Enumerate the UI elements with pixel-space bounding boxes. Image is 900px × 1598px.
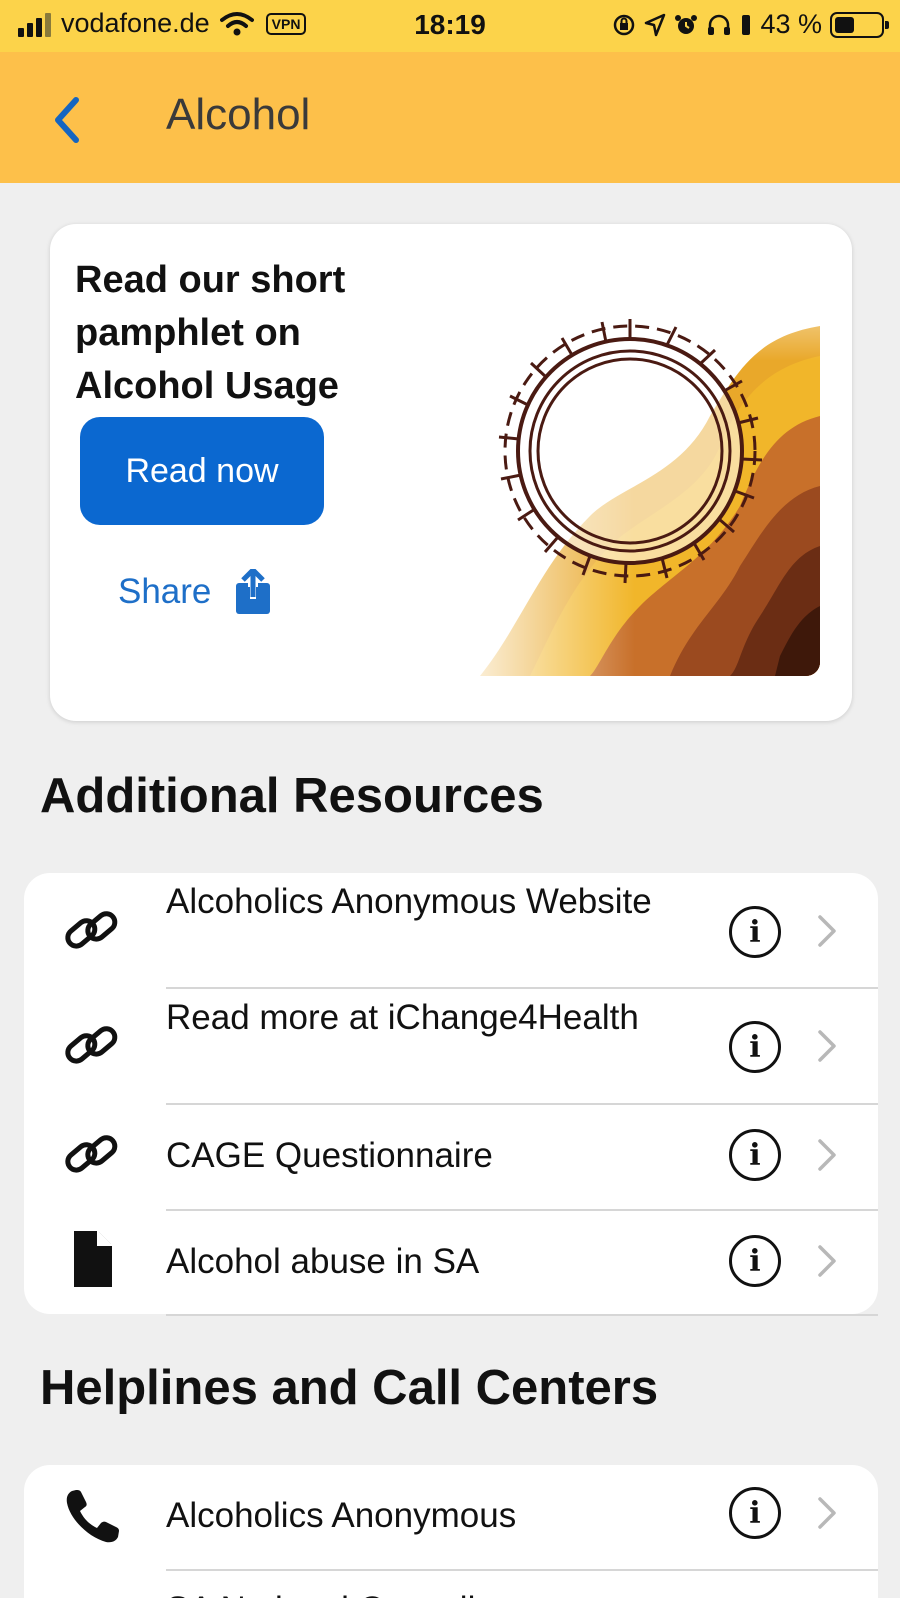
- list-item-alcoholics-anonymous[interactable]: Alcoholics Anonymous i: [24, 1465, 878, 1569]
- info-button[interactable]: i: [729, 1235, 781, 1287]
- list-item-alcoholics-anonymous-website[interactable]: Alcoholics Anonymous Website i: [24, 873, 878, 988]
- orientation-lock-icon: [742, 14, 751, 35]
- helplines-list: Alcoholics Anonymous i SA National Counc…: [24, 1465, 878, 1598]
- status-bar: vodafone.de VPN 18:19 43 %: [0, 0, 900, 52]
- info-button[interactable]: i: [729, 1021, 781, 1073]
- chevron-right-icon: [818, 1139, 836, 1171]
- row-label: Read more at iChange4Health: [166, 998, 639, 1037]
- list-bottom-divider: [166, 1314, 878, 1316]
- headphones-icon: [708, 14, 731, 35]
- bottle-cap-illustration: [440, 246, 820, 676]
- helplines-heading: Helplines and Call Centers: [40, 1361, 659, 1415]
- alarm-icon: [675, 14, 698, 34]
- link-icon: [65, 911, 118, 949]
- back-button[interactable]: [44, 90, 92, 150]
- battery-percentage: 43 %: [760, 9, 822, 39]
- info-button[interactable]: i: [729, 1129, 781, 1181]
- chevron-right-icon: [818, 1030, 836, 1062]
- location-icon: [645, 13, 666, 36]
- chevron-right-icon: [818, 1497, 836, 1529]
- link-icon: [65, 1135, 118, 1173]
- share-button[interactable]: Share: [118, 569, 271, 615]
- share-icon: [236, 569, 271, 614]
- list-item-alcohol-abuse-in-sa[interactable]: Alcohol abuse in SA i: [24, 1211, 878, 1314]
- navigation-bar: Alcohol: [0, 52, 900, 183]
- battery-icon: [830, 11, 889, 38]
- status-right-group: 43 %: [612, 9, 889, 40]
- pamphlet-card: Read our short pamphlet on Alcohol Usage…: [50, 224, 852, 721]
- screen-lock-icon: [614, 14, 635, 35]
- pamphlet-title: Read our short pamphlet on Alcohol Usage: [75, 259, 346, 407]
- row-label: CAGE Questionnaire: [166, 1136, 493, 1175]
- share-label: Share: [118, 572, 212, 611]
- link-icon: [65, 1026, 118, 1064]
- page-title: Alcohol: [166, 90, 311, 139]
- list-item-sa-national-council[interactable]: SA National Council on: [24, 1571, 878, 1598]
- row-label: Alcoholics Anonymous: [166, 1496, 517, 1535]
- battery-fill: [835, 16, 854, 33]
- row-label: SA National Council on: [166, 1581, 686, 1598]
- additional-resources-heading: Additional Resources: [40, 769, 544, 823]
- chevron-right-icon: [818, 915, 836, 947]
- phone-icon: [66, 1490, 119, 1543]
- info-button[interactable]: i: [729, 906, 781, 958]
- resources-list: Alcoholics Anonymous Website i Read more…: [24, 873, 878, 1314]
- chevron-right-icon: [818, 1245, 836, 1277]
- list-item-cage-questionnaire[interactable]: CAGE Questionnaire i: [24, 1105, 878, 1209]
- info-button[interactable]: i: [729, 1487, 781, 1539]
- list-item-ichange4health[interactable]: Read more at iChange4Health i: [24, 989, 878, 1103]
- row-label: Alcohol abuse in SA: [166, 1242, 480, 1281]
- document-icon: [74, 1231, 112, 1287]
- row-label: Alcoholics Anonymous Website: [166, 882, 652, 921]
- read-now-button[interactable]: Read now: [80, 417, 324, 525]
